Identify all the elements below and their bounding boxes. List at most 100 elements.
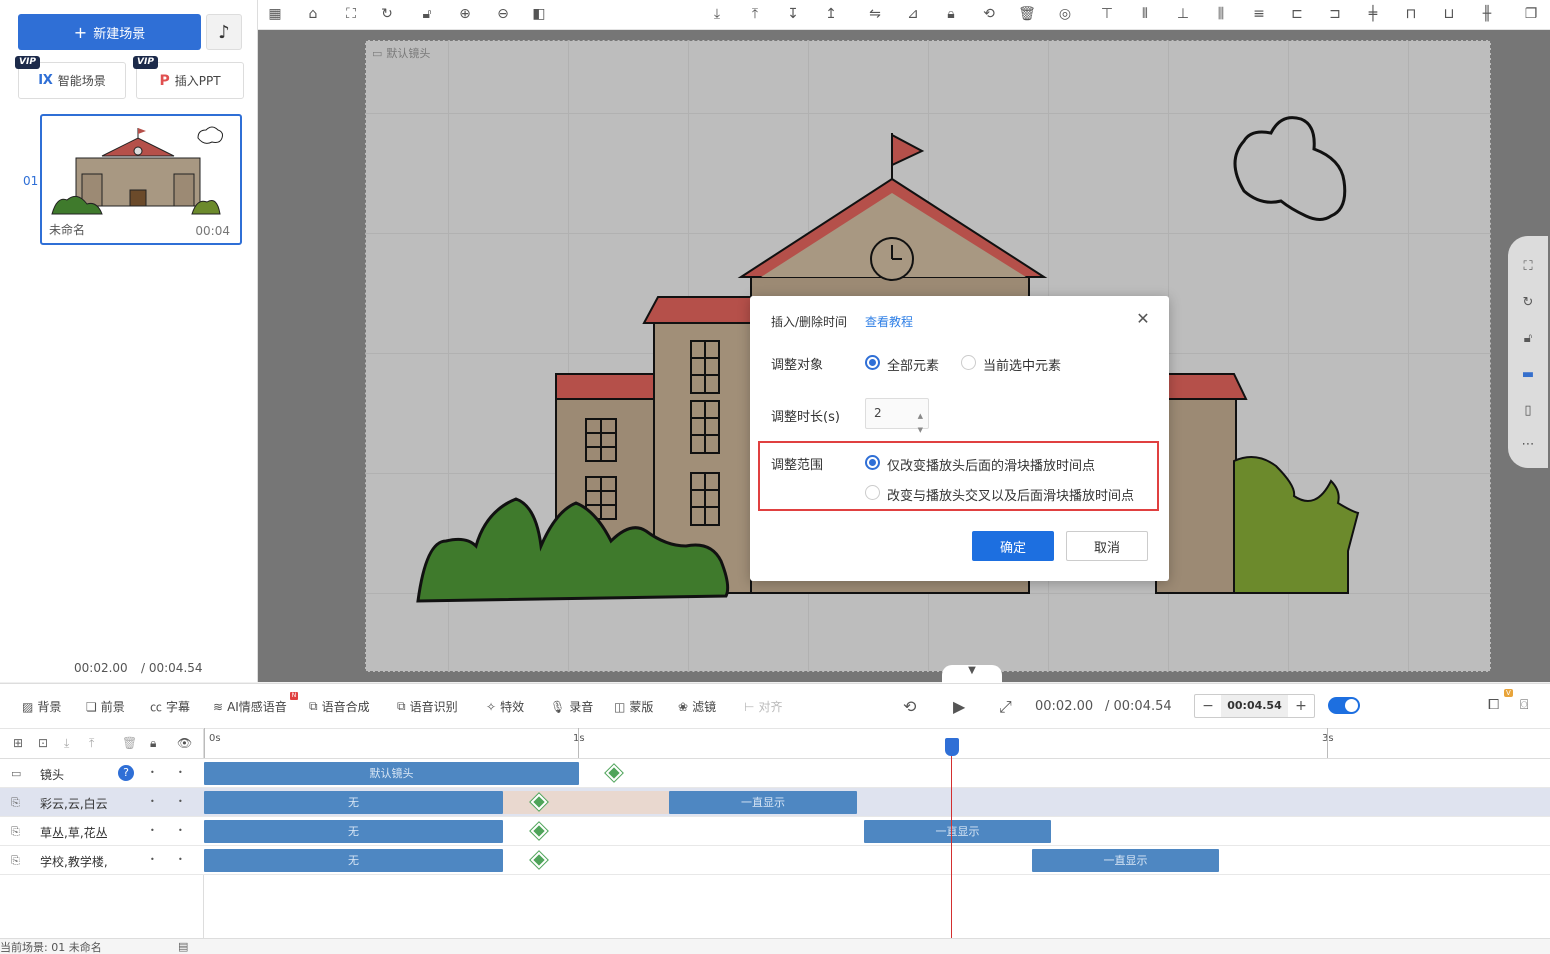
zoom-in-icon[interactable]: ⊕ — [456, 5, 474, 23]
target-option-selected[interactable]: 当前选中元素 — [983, 355, 1061, 374]
target-radio-selected[interactable] — [961, 355, 976, 370]
ai-voice-button[interactable]: ≋ AI情感语音 — [213, 698, 287, 715]
align-vertical-center-icon[interactable]: ╫ — [1478, 5, 1496, 23]
add-group-icon[interactable]: ⊡ — [38, 736, 48, 750]
subtitle-button[interactable]: ㏄字幕 — [150, 698, 190, 715]
target-option-all[interactable]: 全部元素 — [887, 355, 939, 374]
track-dot[interactable]: • — [150, 797, 155, 806]
zoom-out-button[interactable]: − — [1195, 698, 1221, 714]
add-folder-icon[interactable]: ⊞ — [13, 736, 23, 750]
track-dot[interactable]: • — [150, 826, 155, 835]
camera-clip[interactable]: 默认镜头 — [204, 762, 579, 785]
move-bottom-icon[interactable]: ⤓ — [708, 5, 726, 23]
fullscreen-icon[interactable]: ⛶ — [1520, 258, 1536, 274]
keyframe-diamond[interactable] — [530, 851, 548, 869]
music-button[interactable]: ♪ — [206, 14, 242, 50]
more-icon[interactable]: ⋯ — [1520, 436, 1536, 452]
track-row-grass[interactable]: ⎘ 草丛,草,花丛 • • 无 一直显示 — [0, 817, 1550, 846]
record-button[interactable]: 🎙︎ 录音 — [550, 698, 593, 715]
move-track-up-icon[interactable]: ⤒ — [89, 736, 94, 751]
close-icon[interactable]: ✕ — [1136, 311, 1150, 327]
track-row-school[interactable]: ⎘ 学校,教学楼, • • 无 一直显示 — [0, 846, 1550, 875]
time-ruler[interactable]: 0s 1s 3s — [204, 728, 1550, 759]
range-radio-after[interactable] — [865, 455, 880, 470]
range-option-cross[interactable]: 改变与播放头交叉以及后面滑块播放时间点 — [887, 485, 1134, 504]
align-center-icon[interactable]: ╪ — [1364, 5, 1382, 23]
flip-horizontal-icon[interactable]: ⇋ — [866, 5, 884, 23]
playhead-handle[interactable] — [945, 738, 959, 756]
track-dot[interactable]: • — [150, 855, 155, 864]
effects-button[interactable]: ✧ 特效 — [486, 698, 524, 715]
unlock-icon[interactable]: 🔓︎ — [1520, 330, 1536, 346]
align-left-icon[interactable]: ⊏ — [1288, 5, 1306, 23]
track-row-camera[interactable]: ▭ 镜头 ? • • 默认镜头 — [0, 759, 1550, 788]
display-clip[interactable]: 一直显示 — [1032, 849, 1219, 872]
ruler-icon[interactable]: ▦ — [266, 5, 284, 23]
speech-recognition-button[interactable]: ⧉ 语音识别 — [397, 698, 458, 715]
notes-icon[interactable]: ▤ — [178, 940, 188, 953]
delete-track-icon[interactable]: 🗑︎ — [122, 736, 137, 750]
align-button[interactable]: ⊢ 对齐 — [744, 698, 782, 715]
confirm-button[interactable]: 确定 — [972, 531, 1054, 561]
zoom-out-icon[interactable]: ⊖ — [494, 5, 512, 23]
flip-vertical-icon[interactable]: ⊿ — [904, 5, 922, 23]
cancel-button[interactable]: 取消 — [1066, 531, 1148, 561]
screenshot-icon[interactable]: ◎ — [1056, 5, 1074, 23]
distribute-v-icon[interactable]: ⫼ — [1212, 5, 1230, 23]
zoom-in-button[interactable]: + — [1288, 698, 1314, 714]
mobile-view-icon[interactable]: ▯ — [1520, 402, 1536, 418]
keyframe-diamond[interactable] — [530, 822, 548, 840]
track-dot[interactable]: • — [178, 855, 183, 864]
track-dot[interactable]: • — [178, 797, 183, 806]
range-radio-cross[interactable] — [865, 485, 880, 500]
expand-icon[interactable]: ⤢ — [999, 697, 1012, 717]
lock-all-icon[interactable]: 🔒︎ — [150, 736, 156, 751]
snap-toggle[interactable] — [1328, 697, 1360, 714]
align-top-edge-icon[interactable]: ⊓ — [1402, 5, 1420, 23]
help-icon[interactable]: ? — [118, 765, 134, 781]
layers-icon[interactable]: ◧ — [530, 5, 548, 23]
rotate-icon[interactable]: ↻ — [1520, 294, 1536, 310]
track-dot[interactable]: • — [178, 826, 183, 835]
desktop-view-icon[interactable]: ▬ — [1520, 366, 1536, 382]
visibility-icon[interactable]: 👁︎ — [177, 736, 192, 750]
smart-scene-button[interactable]: VIP Ⅸ 智能场景 — [15, 56, 126, 99]
fit-screen-icon[interactable]: ⛶ — [342, 5, 360, 23]
duration-stepper[interactable]: 2 ▲ ▼ — [865, 398, 929, 434]
target-radio-all[interactable] — [865, 355, 880, 370]
collapse-timeline-tab[interactable]: ▼ — [942, 665, 1002, 683]
enter-clip[interactable]: 无 — [204, 849, 503, 872]
new-scene-button[interactable]: + 新建场景 — [18, 14, 201, 50]
rotate-icon[interactable]: ↻ — [378, 5, 396, 23]
mask-button[interactable]: ◫ 蒙版 — [614, 698, 653, 715]
enter-clip[interactable]: 无 — [204, 820, 503, 843]
display-clip[interactable]: 一直显示 — [864, 820, 1051, 843]
lock-icon[interactable]: 🔓︎ — [418, 5, 436, 23]
move-top-icon[interactable]: ⤒ — [746, 5, 764, 23]
background-button[interactable]: ▨ 背景 — [22, 698, 61, 715]
scene-thumbnail-card[interactable]: 未命名 00:04 — [40, 114, 242, 245]
align-top-icon[interactable]: ⊤ — [1098, 5, 1116, 23]
play-icon[interactable]: ▶ — [953, 697, 965, 716]
move-up-icon[interactable]: ↥ — [822, 5, 840, 23]
align-bottom-edge-icon[interactable]: ⊔ — [1440, 5, 1458, 23]
align-bottom-icon[interactable]: ⊥ — [1174, 5, 1192, 23]
filter-button[interactable]: ❀ 滤镜 — [678, 698, 716, 715]
display-clip[interactable]: 一直显示 — [669, 791, 857, 814]
replay-icon[interactable]: ⟲ — [903, 697, 916, 716]
copy-icon[interactable]: ❐ — [1522, 5, 1540, 23]
speech-synthesis-button[interactable]: ⧉ 语音合成 — [309, 698, 370, 715]
keyframe-diamond[interactable] — [605, 764, 623, 782]
foreground-button[interactable]: ❏ 前景 — [86, 698, 125, 715]
reset-icon[interactable]: ⟲ — [980, 5, 998, 23]
align-right-icon[interactable]: ⊐ — [1326, 5, 1344, 23]
align-middle-icon[interactable]: ≡ — [1250, 5, 1268, 23]
element-lock-icon[interactable]: 🔒︎ — [942, 5, 960, 23]
move-track-down-icon[interactable]: ⤓ — [64, 736, 69, 751]
camera-snapshot-icon[interactable]: ⌼ — [1520, 697, 1528, 713]
range-option-after[interactable]: 仅改变播放头后面的滑块播放时间点 — [887, 455, 1095, 474]
fit-timeline-icon[interactable]: ⧠ — [1488, 697, 1499, 713]
delete-icon[interactable]: 🗑︎ — [1018, 5, 1036, 23]
track-row-cloud[interactable]: ⎘ 彩云,云,白云 • • 无 一直显示 — [0, 788, 1550, 817]
home-icon[interactable]: ⌂ — [304, 5, 322, 23]
